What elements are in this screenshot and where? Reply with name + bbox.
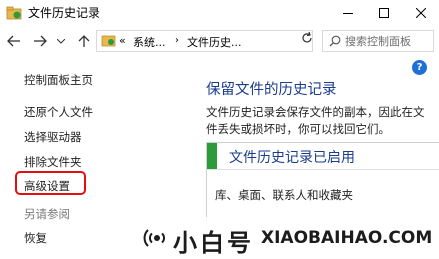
close-button[interactable]: [403, 0, 439, 26]
chevron-down-icon: [57, 38, 65, 44]
address-bar[interactable]: « 系统... › 文件历史...: [96, 30, 388, 52]
watermark: 小白号 XIAOBAIHAO.COM: [137, 217, 439, 259]
search-input[interactable]: [345, 33, 431, 49]
minimize-button[interactable]: [330, 0, 366, 26]
see-also-label: 另请参阅: [24, 207, 70, 221]
watermark-en-text: XIAOBAIHAO.COM: [261, 228, 433, 248]
close-icon: [416, 8, 426, 18]
exclude-folders-link[interactable]: 排除文件夹: [24, 154, 82, 170]
control-panel-home-link[interactable]: 控制面板主页: [24, 72, 93, 88]
page-title: 保留文件的历史记录: [206, 82, 337, 98]
backup-locations-text: 库、桌面、联系人和收藏夹: [215, 188, 353, 202]
arrow-up-icon: [78, 35, 90, 47]
file-history-app-icon: [6, 6, 22, 20]
minimize-icon: [343, 12, 353, 14]
status-title: 文件历史记录已启用: [229, 150, 355, 166]
up-button[interactable]: [76, 33, 92, 49]
page-description: 文件历史记录会保存文件的副本，因此在文件丢失或损坏时，你可以找回它们。: [206, 105, 425, 136]
title-bar: 文件历史记录: [0, 0, 439, 26]
advanced-settings-highlight: [15, 171, 86, 195]
signal-logo-icon: [143, 229, 165, 247]
breadcrumb-separator[interactable]: ›: [175, 35, 179, 46]
status-indicator-strip: [207, 143, 217, 169]
window-title: 文件历史记录: [28, 6, 101, 20]
refresh-icon: [302, 31, 312, 43]
file-history-window: 文件历史记录 « 系统... › 文件历史... 搜索控制面板 ? 控制面板主页…: [0, 0, 439, 259]
search-box[interactable]: [322, 30, 434, 52]
recovery-link[interactable]: 恢复: [24, 230, 47, 246]
maximize-icon: [379, 8, 389, 18]
status-divider: [207, 169, 439, 170]
arrow-left-icon: [7, 35, 20, 47]
restore-personal-files-link[interactable]: 还原个人文件: [24, 104, 93, 120]
back-button[interactable]: [6, 33, 22, 49]
refresh-button[interactable]: [300, 30, 314, 44]
watermark-cn-text: 小白号: [173, 229, 254, 257]
breadcrumb-overflow[interactable]: «: [119, 34, 126, 47]
maximize-button[interactable]: [366, 0, 402, 26]
navigation-bar: « 系统... › 文件历史...: [0, 26, 439, 56]
breadcrumb-file-history[interactable]: 文件历史...: [187, 34, 242, 50]
breadcrumb-system[interactable]: 系统...: [133, 34, 166, 50]
search-icon: [329, 35, 341, 47]
forward-button[interactable]: [32, 33, 48, 49]
arrow-right-icon: [34, 35, 47, 47]
recent-locations-button[interactable]: [56, 33, 66, 49]
select-drive-link[interactable]: 选择驱动器: [24, 129, 82, 145]
control-panel-icon: [101, 35, 116, 47]
